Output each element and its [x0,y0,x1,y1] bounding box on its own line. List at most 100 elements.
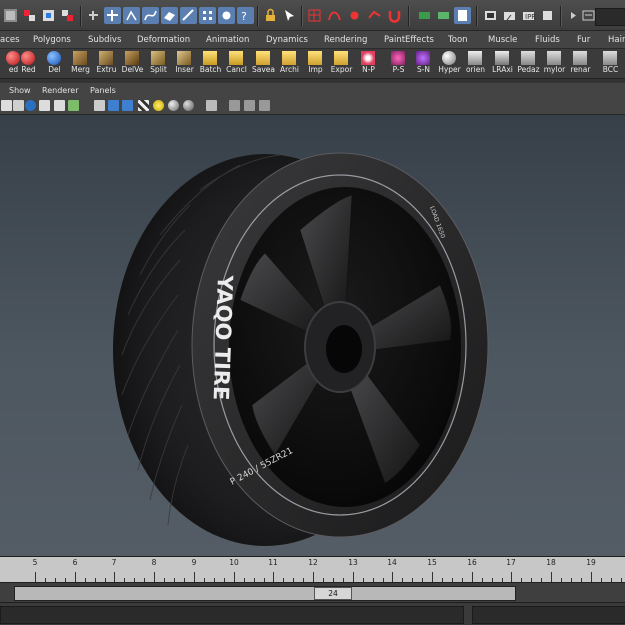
orient-icon [468,51,482,65]
tab-surfaces[interactable]: aces [0,31,20,49]
resolution-gate-icon[interactable] [68,100,79,111]
shelf-button-bcc[interactable]: BCC [597,49,624,79]
xray-icon[interactable] [206,100,217,111]
shelf-button-extru[interactable]: Extru [93,49,120,79]
move-mask-icon[interactable] [104,7,121,24]
shelf-button-lraxi[interactable]: LRAxi [489,49,516,79]
tab-toon[interactable]: Toon [448,31,468,49]
shelf-button-hyper[interactable]: Hyper [436,49,463,79]
film-gate-icon[interactable] [54,100,65,111]
frame-all-icon[interactable] [244,100,255,111]
tab-hair[interactable]: Hair [608,31,625,49]
shelf-button-del[interactable]: Del [41,49,68,79]
select-object-icon[interactable] [21,7,38,24]
select-mask-icon[interactable] [59,7,76,24]
highlight-selection-icon[interactable] [281,7,298,24]
curve-mask-icon[interactable] [142,7,159,24]
timeline-tick [154,572,155,582]
camera-tools-icon[interactable] [259,100,270,111]
misc-mask-icon[interactable]: ? [237,7,254,24]
render-mask-icon[interactable] [218,7,235,24]
grid-toggle-icon[interactable] [39,100,50,111]
ipr-render-icon[interactable]: IPR [520,7,537,24]
deform-mask-icon[interactable] [180,7,197,24]
shelf-button-mylor[interactable]: mylor [541,49,568,79]
tab-muscle[interactable]: Muscle [488,31,517,49]
script-icon [547,51,561,65]
tab-fur[interactable]: Fur [577,31,590,49]
script-icon [521,51,535,65]
tab-rendering[interactable]: Rendering [324,31,367,49]
menu-panels[interactable]: Panels [90,83,116,98]
shelf-button-imp[interactable]: Imp [302,49,329,79]
wireframe-icon[interactable] [94,100,105,111]
handle-mask-icon[interactable] [85,7,102,24]
make-live-icon[interactable] [386,7,403,24]
shelf-button-p-s[interactable]: P-S [385,49,412,79]
history-in-icon[interactable] [416,7,433,24]
high-quality-icon[interactable] [183,100,194,111]
shelf-button-n-p[interactable]: N-P [355,49,382,79]
tab-dynamics[interactable]: Dynamics [266,31,308,49]
lighting-icon[interactable] [153,100,164,111]
time-slider[interactable]: 5 6 7 8 9 10 11 12 13 14 15 16 17 18 19 [0,556,625,582]
shelf-button-expor[interactable]: Expor [328,49,355,79]
textured-icon[interactable] [138,100,149,111]
shelf-button-savea[interactable]: Savea [250,49,277,79]
isolate-select-icon[interactable] [229,100,240,111]
shelf-button-split[interactable]: Split [145,49,172,79]
timeline-tick-label: 7 [111,558,117,567]
image-plane-icon[interactable] [25,100,36,111]
shelf-button-s-n[interactable]: S-N [410,49,437,79]
shelf-button-orien[interactable]: orien [462,49,489,79]
shelf-button-pedaz[interactable]: Pedaz [515,49,542,79]
menu-renderer[interactable]: Renderer [42,83,79,98]
quick-input-field[interactable] [595,8,625,26]
joint-mask-icon[interactable] [123,7,140,24]
tab-painteffects[interactable]: PaintEffects [384,31,434,49]
range-slider-handle[interactable]: 24 [314,587,352,600]
camera-attributes-icon[interactable] [1,100,12,111]
snap-grid-icon[interactable] [306,7,323,24]
tab-subdivs[interactable]: Subdivs [88,31,121,49]
history-out-icon[interactable] [435,7,452,24]
snap-point-icon[interactable] [346,7,363,24]
shelf-button-archi[interactable]: Archi [276,49,303,79]
wireframe-on-shaded-icon[interactable] [122,100,133,111]
snap-view-plane-icon[interactable] [366,7,383,24]
construction-history-icon[interactable] [454,7,471,24]
tab-animation[interactable]: Animation [206,31,249,49]
shelf-button-batch[interactable]: Batch [197,49,224,79]
menu-show[interactable]: Show [9,83,31,98]
surface-mask-icon[interactable] [161,7,178,24]
select-component-icon[interactable] [40,7,57,24]
snap-curve-icon[interactable] [326,7,343,24]
range-slider-track[interactable] [14,586,516,601]
render-view-icon[interactable] [482,7,499,24]
shelf-button-merg[interactable]: Merg [67,49,94,79]
timeline-tick-label: 15 [427,558,437,567]
shelf-button-cancl[interactable]: Cancl [223,49,250,79]
tab-fluids[interactable]: Fluids [535,31,560,49]
shadows-icon[interactable] [168,100,179,111]
shelf-button-delve[interactable]: DelVe [119,49,146,79]
tab-deformation[interactable]: Deformation [137,31,190,49]
timeline-tick [353,572,354,582]
shelf-button-renar[interactable]: renar [567,49,594,79]
mel-command-input[interactable] [0,606,464,624]
select-hierarchy-icon[interactable] [2,7,19,24]
viewport-3d[interactable]: YAQO TIRE P 240 / 55ZR21 LOAD 1650 [0,115,625,556]
tab-polygons[interactable]: Polygons [33,31,71,49]
timeline-tick [392,572,393,582]
smooth-shade-icon[interactable] [108,100,119,111]
shelf-button-inser[interactable]: Inser [171,49,198,79]
bookmark-icon[interactable] [13,100,24,111]
render-current-icon[interactable] [501,7,518,24]
dynamic-mask-icon[interactable] [199,7,216,24]
lock-icon[interactable] [262,7,279,24]
timeline-tick-label: 5 [32,558,38,567]
render-settings-icon[interactable] [539,7,556,24]
shelf-button-label: BCC [602,65,619,74]
shelf-button-red[interactable]: Red [15,49,42,79]
timeline-tick [35,572,36,582]
